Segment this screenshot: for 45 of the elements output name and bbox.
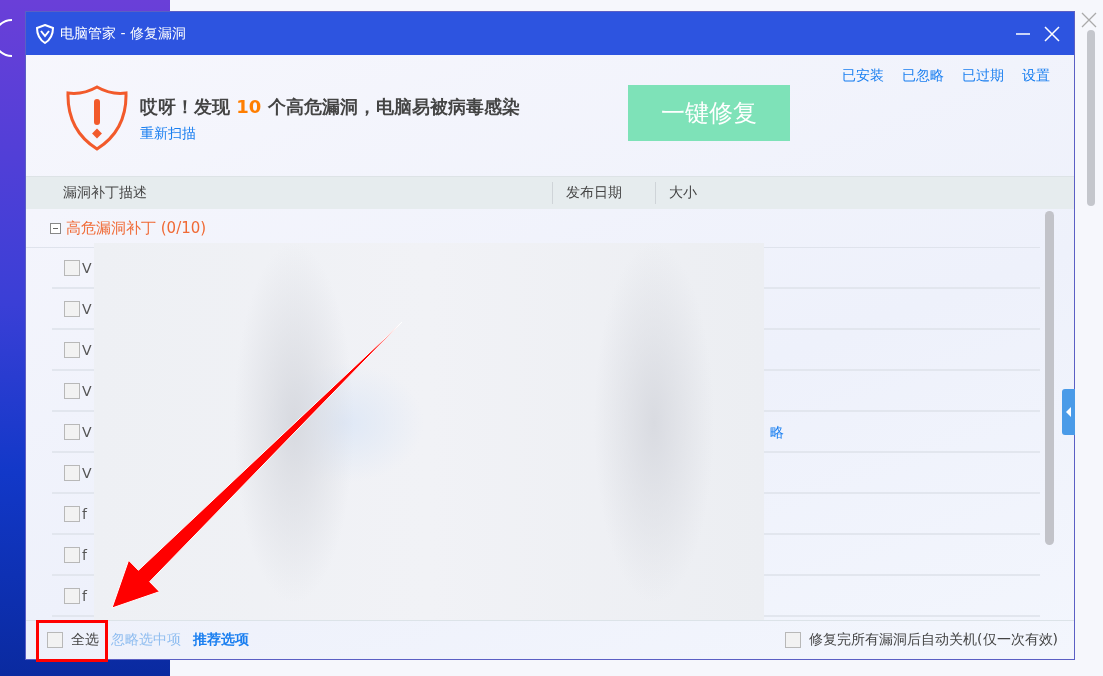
patch-name: V	[82, 300, 93, 317]
highlight-frame	[36, 620, 108, 662]
row-checkbox[interactable]	[64, 259, 80, 276]
row-checkbox[interactable]	[64, 464, 80, 481]
select-all-checkbox[interactable]	[47, 632, 63, 648]
patch-name: V	[82, 259, 93, 276]
scrollbar-thumb[interactable]	[1087, 30, 1095, 206]
top-link[interactable]: 已过期	[962, 67, 1004, 85]
row-link[interactable]: 略	[770, 423, 784, 440]
warning-shield-icon	[66, 85, 128, 151]
patch-name: V	[82, 423, 93, 440]
patch-name: f	[82, 587, 89, 604]
row-checkbox[interactable]	[64, 505, 80, 522]
row-checkbox[interactable]	[64, 587, 80, 604]
group-label: 高危漏洞补丁 (0/10)	[66, 218, 207, 238]
patch-name: V	[82, 341, 93, 358]
ring-icon	[0, 18, 12, 58]
shutdown-label: 修复完所有漏洞后自动关机(仅一次有效)	[809, 631, 1058, 649]
alert-message: 哎呀！发现 10 个高危漏洞，电脑易被病毒感染	[140, 95, 521, 119]
row-checkbox[interactable]	[64, 300, 80, 317]
window-title: 电脑管家 - 修复漏洞	[60, 24, 187, 43]
patch-name: f	[82, 546, 89, 563]
close-icon[interactable]	[1081, 12, 1097, 28]
shield-logo-icon	[36, 23, 54, 44]
top-link[interactable]: 已安装	[842, 67, 884, 85]
side-panel-toggle[interactable]	[1062, 389, 1075, 435]
patch-name: V	[82, 464, 93, 481]
select-all-label: 全选	[71, 631, 99, 649]
shutdown-checkbox[interactable]	[785, 632, 802, 648]
row-checkbox[interactable]	[64, 423, 80, 440]
row-checkbox[interactable]	[64, 382, 80, 399]
column-header[interactable]: 大小	[669, 184, 697, 202]
column-header[interactable]: 漏洞补丁描述	[63, 184, 147, 202]
collapse-icon[interactable]	[50, 222, 61, 234]
column-header[interactable]: 发布日期	[566, 184, 622, 202]
patch-name: V	[82, 382, 93, 399]
patch-name: f	[82, 505, 89, 522]
caret-icon[interactable]	[1066, 407, 1071, 417]
row-checkbox[interactable]	[64, 341, 80, 358]
top-link[interactable]: 已忽略	[902, 67, 944, 85]
scrollbar-thumb[interactable]	[1045, 211, 1054, 545]
rescan-link[interactable]: 重新扫描	[140, 125, 196, 143]
recommended-link[interactable]: 推荐选项	[193, 631, 249, 649]
row-checkbox[interactable]	[64, 546, 80, 563]
top-link[interactable]: 设置	[1022, 67, 1050, 85]
